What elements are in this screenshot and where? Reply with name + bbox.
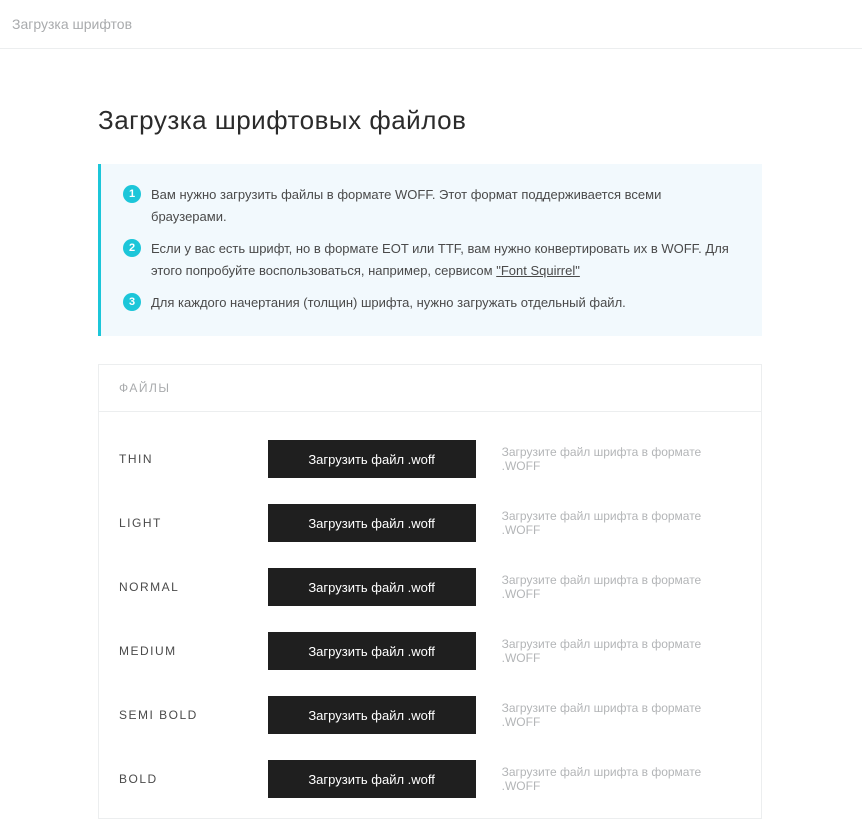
files-body: THIN Загрузить файл .woff Загрузите файл… [99, 412, 761, 818]
upload-hint-normal: Загрузите файл шрифта в формате .WOFF [502, 573, 741, 601]
files-header: ФАЙЛЫ [99, 365, 761, 412]
weight-label-bold: BOLD [119, 772, 268, 786]
info-box: 1 Вам нужно загрузить файлы в формате WO… [98, 164, 762, 336]
file-row-semibold: SEMI BOLD Загрузить файл .woff Загрузите… [119, 696, 741, 734]
upload-button-thin[interactable]: Загрузить файл .woff [268, 440, 476, 478]
file-row-medium: MEDIUM Загрузить файл .woff Загрузите фа… [119, 632, 741, 670]
upload-hint-light: Загрузите файл шрифта в формате .WOFF [502, 509, 741, 537]
info-badge-3: 3 [123, 293, 141, 311]
file-row-thin: THIN Загрузить файл .woff Загрузите файл… [119, 440, 741, 478]
font-squirrel-link[interactable]: "Font Squirrel" [496, 263, 580, 278]
upload-hint-bold: Загрузите файл шрифта в формате .WOFF [502, 765, 741, 793]
info-badge-2: 2 [123, 239, 141, 257]
top-bar-title: Загрузка шрифтов [12, 16, 850, 32]
weight-label-thin: THIN [119, 452, 268, 466]
info-item-2: 2 Если у вас есть шрифт, но в формате EO… [123, 238, 740, 282]
upload-button-semibold[interactable]: Загрузить файл .woff [268, 696, 476, 734]
weight-label-light: LIGHT [119, 516, 268, 530]
files-panel: ФАЙЛЫ THIN Загрузить файл .woff Загрузит… [98, 364, 762, 819]
upload-button-light[interactable]: Загрузить файл .woff [268, 504, 476, 542]
upload-button-normal[interactable]: Загрузить файл .woff [268, 568, 476, 606]
files-header-label: ФАЙЛЫ [119, 381, 741, 395]
info-text-2: Если у вас есть шрифт, но в формате EOT … [151, 238, 740, 282]
info-item-1: 1 Вам нужно загрузить файлы в формате WO… [123, 184, 740, 228]
page-title: Загрузка шрифтовых файлов [98, 105, 762, 136]
content-area: Загрузка шрифтовых файлов 1 Вам нужно за… [0, 49, 762, 819]
info-text-3: Для каждого начертания (толщин) шрифта, … [151, 292, 626, 314]
info-badge-1: 1 [123, 185, 141, 203]
upload-hint-medium: Загрузите файл шрифта в формате .WOFF [502, 637, 741, 665]
upload-hint-semibold: Загрузите файл шрифта в формате .WOFF [502, 701, 741, 729]
info-text-1: Вам нужно загрузить файлы в формате WOFF… [151, 184, 740, 228]
weight-label-normal: NORMAL [119, 580, 268, 594]
info-text-2-before: Если у вас есть шрифт, но в формате EOT … [151, 241, 729, 278]
file-row-bold: BOLD Загрузить файл .woff Загрузите файл… [119, 760, 741, 798]
top-bar: Загрузка шрифтов [0, 0, 862, 49]
file-row-light: LIGHT Загрузить файл .woff Загрузите фай… [119, 504, 741, 542]
file-row-normal: NORMAL Загрузить файл .woff Загрузите фа… [119, 568, 741, 606]
info-item-3: 3 Для каждого начертания (толщин) шрифта… [123, 292, 740, 314]
weight-label-medium: MEDIUM [119, 644, 268, 658]
upload-hint-thin: Загрузите файл шрифта в формате .WOFF [502, 445, 741, 473]
upload-button-bold[interactable]: Загрузить файл .woff [268, 760, 476, 798]
weight-label-semibold: SEMI BOLD [119, 708, 268, 722]
upload-button-medium[interactable]: Загрузить файл .woff [268, 632, 476, 670]
